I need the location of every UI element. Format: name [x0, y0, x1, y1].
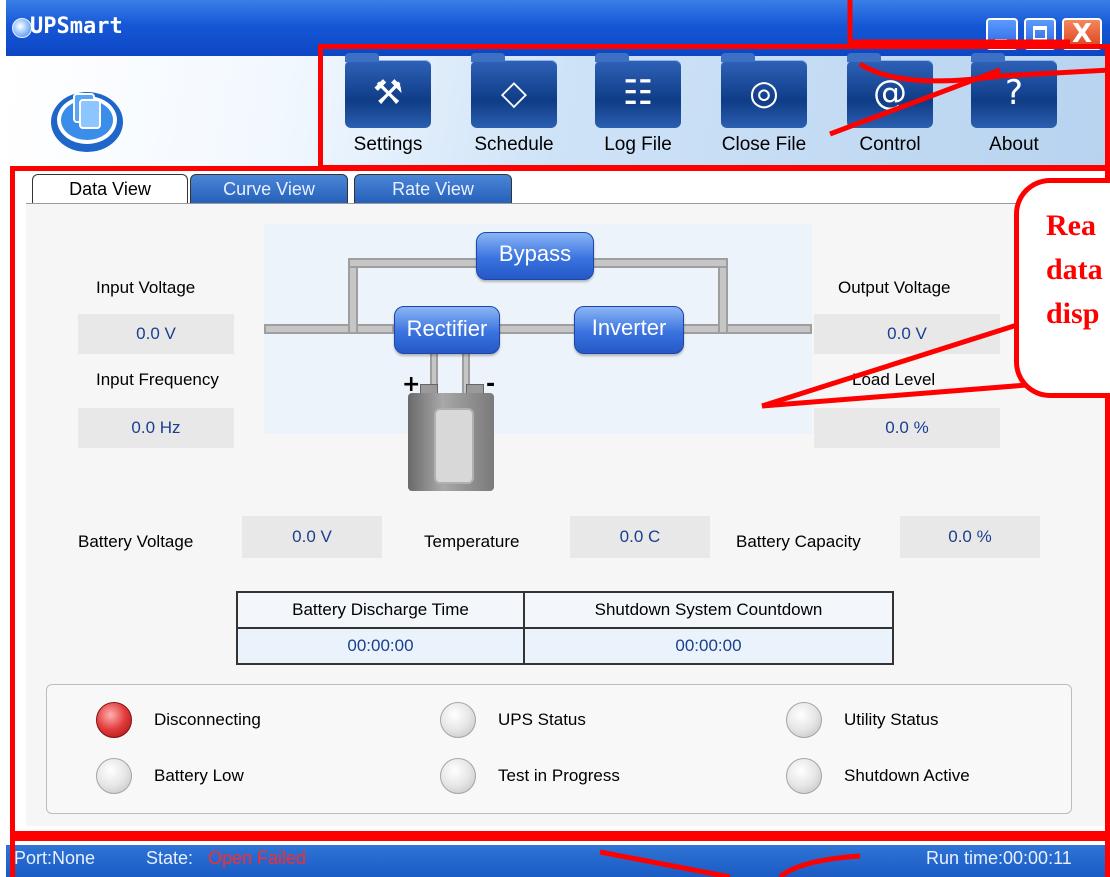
annotation-callout-text: Rea data disp	[1046, 204, 1110, 336]
annotation-line: data	[1046, 253, 1103, 286]
annotation-line: Rea	[1046, 209, 1096, 242]
annotation-pointers	[599, 0, 1110, 877]
annotation-line: disp	[1046, 297, 1100, 330]
